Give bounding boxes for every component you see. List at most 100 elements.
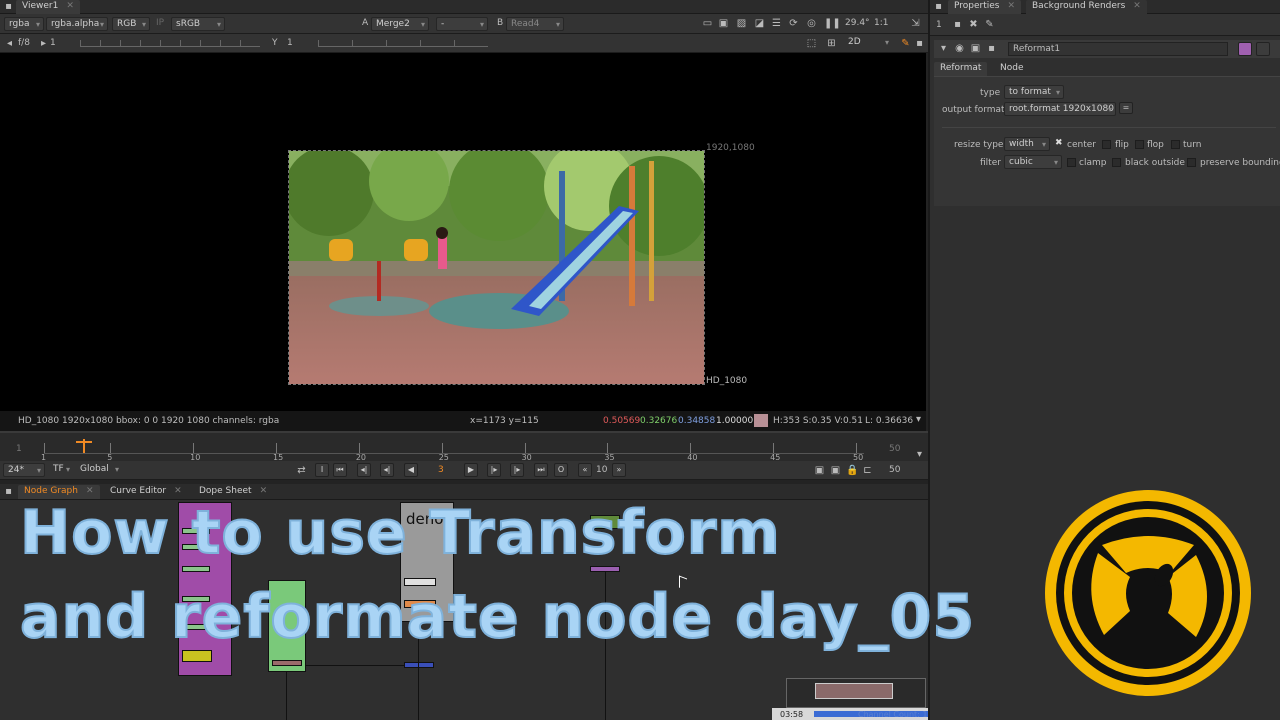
close-icon[interactable]: ✕ (174, 486, 182, 496)
color-picker-icon[interactable]: ▪ (914, 38, 925, 49)
zoom-value[interactable]: 29.4° (845, 18, 870, 28)
lock-icon[interactable]: 🔒 (846, 465, 858, 476)
center-checkbox-mark[interactable]: ✖ (1055, 138, 1063, 148)
reformat-node[interactable] (272, 660, 302, 666)
flipbook-icon[interactable]: ▣ (814, 465, 825, 476)
close-icon[interactable]: ✕ (1133, 1, 1141, 11)
black-outside-checkbox[interactable] (1112, 158, 1121, 167)
viewer-canvas[interactable]: 1920,1080 HD_1080 (0, 53, 926, 411)
node-graph-minimap[interactable] (786, 678, 926, 708)
collapse-arrow-icon[interactable]: ▾ (938, 43, 949, 54)
timeline-track[interactable] (44, 453, 864, 454)
fstop-value[interactable]: f/8 (18, 38, 30, 48)
tab-dope-sheet[interactable]: Dope Sheet ✕ (193, 485, 273, 499)
subtab-reformat[interactable]: Reformat (934, 62, 988, 76)
ip-label[interactable]: IP (156, 18, 164, 28)
gain-value[interactable]: 1 (50, 38, 56, 48)
clamp-checkbox[interactable] (1067, 158, 1076, 167)
crop-icon[interactable]: ⬚ (806, 38, 817, 49)
region-icon[interactable]: ▣ (718, 18, 729, 29)
output-format-dropdown[interactable]: root.format 1920x1080 (1004, 102, 1116, 116)
range-icon[interactable]: ⊏ (862, 465, 873, 476)
panel-count[interactable]: 1 (936, 20, 942, 30)
timeline-start-box[interactable]: 1 (16, 444, 22, 454)
next-frame-button[interactable]: |▸ (487, 463, 501, 477)
subtab-node[interactable]: Node (994, 62, 1030, 76)
timeline-end-box[interactable]: 50 (889, 444, 900, 454)
filter-dropdown[interactable]: cubic (1004, 155, 1062, 169)
first-frame-button[interactable]: ⏮ (333, 463, 347, 477)
roi-icon[interactable]: ▭ (702, 18, 713, 29)
alpha-dropdown[interactable]: rgba.alpha (46, 17, 108, 31)
pencil-icon[interactable]: ✎ (984, 19, 995, 30)
node-name-field[interactable]: Reformat1 (1008, 42, 1228, 56)
status-menu-arrow-icon[interactable]: ▾ (913, 414, 924, 425)
tab-background-renders[interactable]: Background Renders ✕ (1026, 0, 1147, 14)
fps-dropdown[interactable]: 24* (3, 463, 45, 477)
composite-dropdown[interactable]: - (436, 17, 488, 31)
a-input-dropdown[interactable]: Merge2 (371, 17, 429, 31)
pane-menu-icon[interactable]: ▪ (933, 1, 944, 12)
clear-icon[interactable]: ✖ (968, 19, 979, 30)
tf-dropdown[interactable]: TF (49, 463, 73, 477)
pane-menu-icon[interactable]: ▪ (3, 1, 14, 12)
record-icon[interactable]: ▣ (830, 465, 841, 476)
expand-icon[interactable]: ⇲ (910, 18, 921, 29)
out-point-button[interactable]: O (554, 463, 568, 477)
next-keyframe-button[interactable]: |▸ (510, 463, 524, 477)
lut-dropdown[interactable]: sRGB (171, 17, 225, 31)
flip-checkbox[interactable] (1102, 140, 1111, 149)
merge-node[interactable] (404, 662, 434, 668)
tab-curve-editor[interactable]: Curve Editor ✕ (104, 485, 188, 499)
tab-viewer1[interactable]: Viewer1 ✕ (16, 0, 80, 14)
tab-properties[interactable]: Properties ✕ (948, 0, 1022, 14)
pane-menu-icon[interactable]: ▪ (3, 486, 14, 497)
current-frame[interactable]: 3 (438, 465, 444, 475)
eye-icon[interactable]: ◉ (954, 43, 965, 54)
channels-dropdown[interactable]: rgba (4, 17, 44, 31)
timeline[interactable]: 1 1 5 10 15 20 25 30 35 40 45 50 50 ▾ (0, 431, 928, 462)
tab-node-graph[interactable]: Node Graph ✕ (18, 485, 100, 499)
format-menu-button[interactable]: = (1119, 102, 1133, 114)
prev-keyframe-button[interactable]: ◂| (357, 463, 371, 477)
viewer-link-icon[interactable]: ▣ (970, 43, 981, 54)
flop-checkbox[interactable] (1135, 140, 1144, 149)
range-dropdown[interactable]: Global (76, 463, 122, 477)
in-point-button[interactable]: I (315, 463, 329, 477)
play-backward-button[interactable]: ◀ (404, 463, 418, 477)
gamma-value[interactable]: 1 (287, 38, 293, 48)
ratio-value[interactable]: 1:1 (874, 18, 888, 28)
view-mode-dropdown[interactable]: 2D (844, 36, 892, 50)
playback-mode-icon[interactable]: ⇄ (296, 465, 307, 476)
paint-brush-icon[interactable]: ✎ (900, 38, 911, 49)
fstop-right-arrow-icon[interactable]: ▸ (38, 38, 49, 49)
close-icon[interactable]: ✕ (86, 486, 94, 496)
menu-lines-icon[interactable]: ☰ (771, 18, 782, 29)
lock-icon[interactable]: ▪ (952, 19, 963, 30)
frame-end-field[interactable]: 50 (889, 465, 900, 475)
play-forward-button[interactable]: ▶ (464, 463, 478, 477)
pause-icon[interactable]: ❚❚ (824, 18, 841, 29)
wipe-divider-icon[interactable]: ⊞ (826, 38, 837, 49)
refresh-icon[interactable]: ⟳ (788, 18, 799, 29)
fstop-left-arrow-icon[interactable]: ◂ (4, 38, 15, 49)
gain-slider[interactable] (80, 40, 260, 47)
turn-checkbox[interactable] (1171, 140, 1180, 149)
wipe-icon[interactable]: ◪ (754, 18, 765, 29)
close-icon[interactable]: ✕ (66, 1, 74, 11)
settings-icon[interactable]: ▪ (986, 43, 997, 54)
preserve-bounding-checkbox[interactable] (1187, 158, 1196, 167)
rgb-dropdown[interactable]: RGB (112, 17, 150, 31)
resize-type-dropdown[interactable]: width (1004, 137, 1050, 151)
last-frame-button[interactable]: ⏭ (534, 463, 548, 477)
timeline-menu-icon[interactable]: ▾ (914, 449, 925, 460)
step-increment[interactable]: 10 (596, 465, 607, 475)
type-dropdown[interactable]: to format (1004, 85, 1064, 99)
playhead[interactable] (76, 439, 92, 453)
minimap-viewport[interactable] (815, 683, 893, 699)
step-forward-button[interactable]: » (612, 463, 626, 477)
b-input-dropdown[interactable]: Read4 (506, 17, 564, 31)
node-color-button[interactable] (1238, 42, 1252, 56)
close-icon[interactable]: ✕ (1007, 1, 1015, 11)
target-icon[interactable]: ◎ (806, 18, 817, 29)
